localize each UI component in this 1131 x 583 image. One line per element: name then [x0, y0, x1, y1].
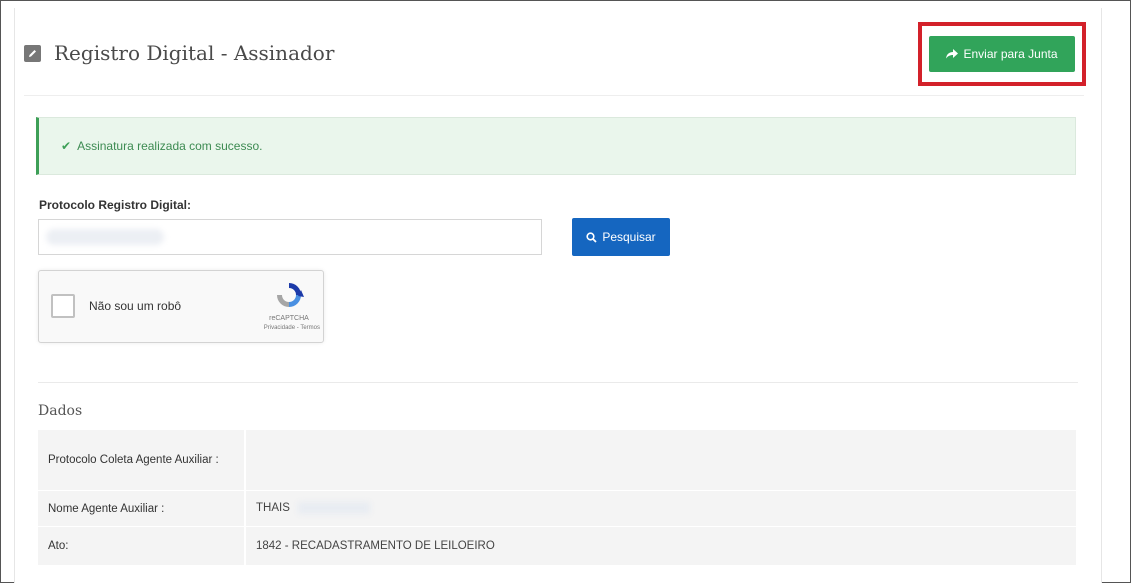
table-row: Ato: 1842 - RECADASTRAMENTO DE LEILOEIRO: [38, 526, 1076, 566]
section-divider: [38, 382, 1078, 383]
search-button-label: Pesquisar: [602, 230, 656, 244]
row-value: THAIS: [256, 502, 290, 515]
table-row: Protocolo Coleta Agente Auxiliar :: [38, 430, 1076, 491]
alert-message: Assinatura realizada com sucesso.: [77, 139, 263, 153]
search-button[interactable]: Pesquisar: [572, 218, 670, 256]
edit-icon: [24, 44, 41, 62]
check-icon: ✔: [61, 139, 72, 153]
table-row: Nome Agente Auxiliar : THAIS: [38, 490, 1076, 527]
recaptcha-widget: Não sou um robô reCAPTCHA Privacidade - …: [38, 270, 324, 343]
send-button-label: Enviar para Junta: [963, 47, 1058, 61]
send-to-junta-button[interactable]: Enviar para Junta: [929, 36, 1075, 72]
row-key: Nome Agente Auxiliar :: [38, 490, 246, 527]
share-arrow-icon: [946, 49, 959, 59]
search-icon: [586, 231, 597, 243]
redacted-value: [46, 229, 164, 245]
recaptcha-terms-link[interactable]: Privacidade - Termos: [240, 325, 320, 331]
redacted-value: [297, 502, 370, 515]
recaptcha-checkbox[interactable]: [51, 294, 75, 318]
recaptcha-brand: reCAPTCHA: [269, 315, 309, 322]
data-table: Protocolo Coleta Agente Auxiliar : Nome …: [38, 430, 1076, 566]
success-alert: ✔ Assinatura realizada com sucesso.: [36, 117, 1076, 175]
page-header: Registro Digital - Assinador: [24, 33, 334, 73]
row-key: Protocolo Coleta Agente Auxiliar :: [38, 430, 246, 491]
row-value: 1842 - RECADASTRAMENTO DE LEILOEIRO: [245, 526, 1076, 566]
data-section-title: Dados: [38, 403, 83, 419]
row-value: [245, 430, 1076, 491]
page-title: Registro Digital - Assinador: [54, 41, 335, 65]
protocol-label: Protocolo Registro Digital:: [39, 198, 192, 212]
recaptcha-icon: [277, 283, 304, 307]
recaptcha-label: Não sou um robô: [89, 299, 182, 313]
header-divider: [24, 95, 1084, 96]
row-key: Ato:: [38, 526, 246, 566]
row-value-cell: THAIS: [245, 490, 1076, 527]
